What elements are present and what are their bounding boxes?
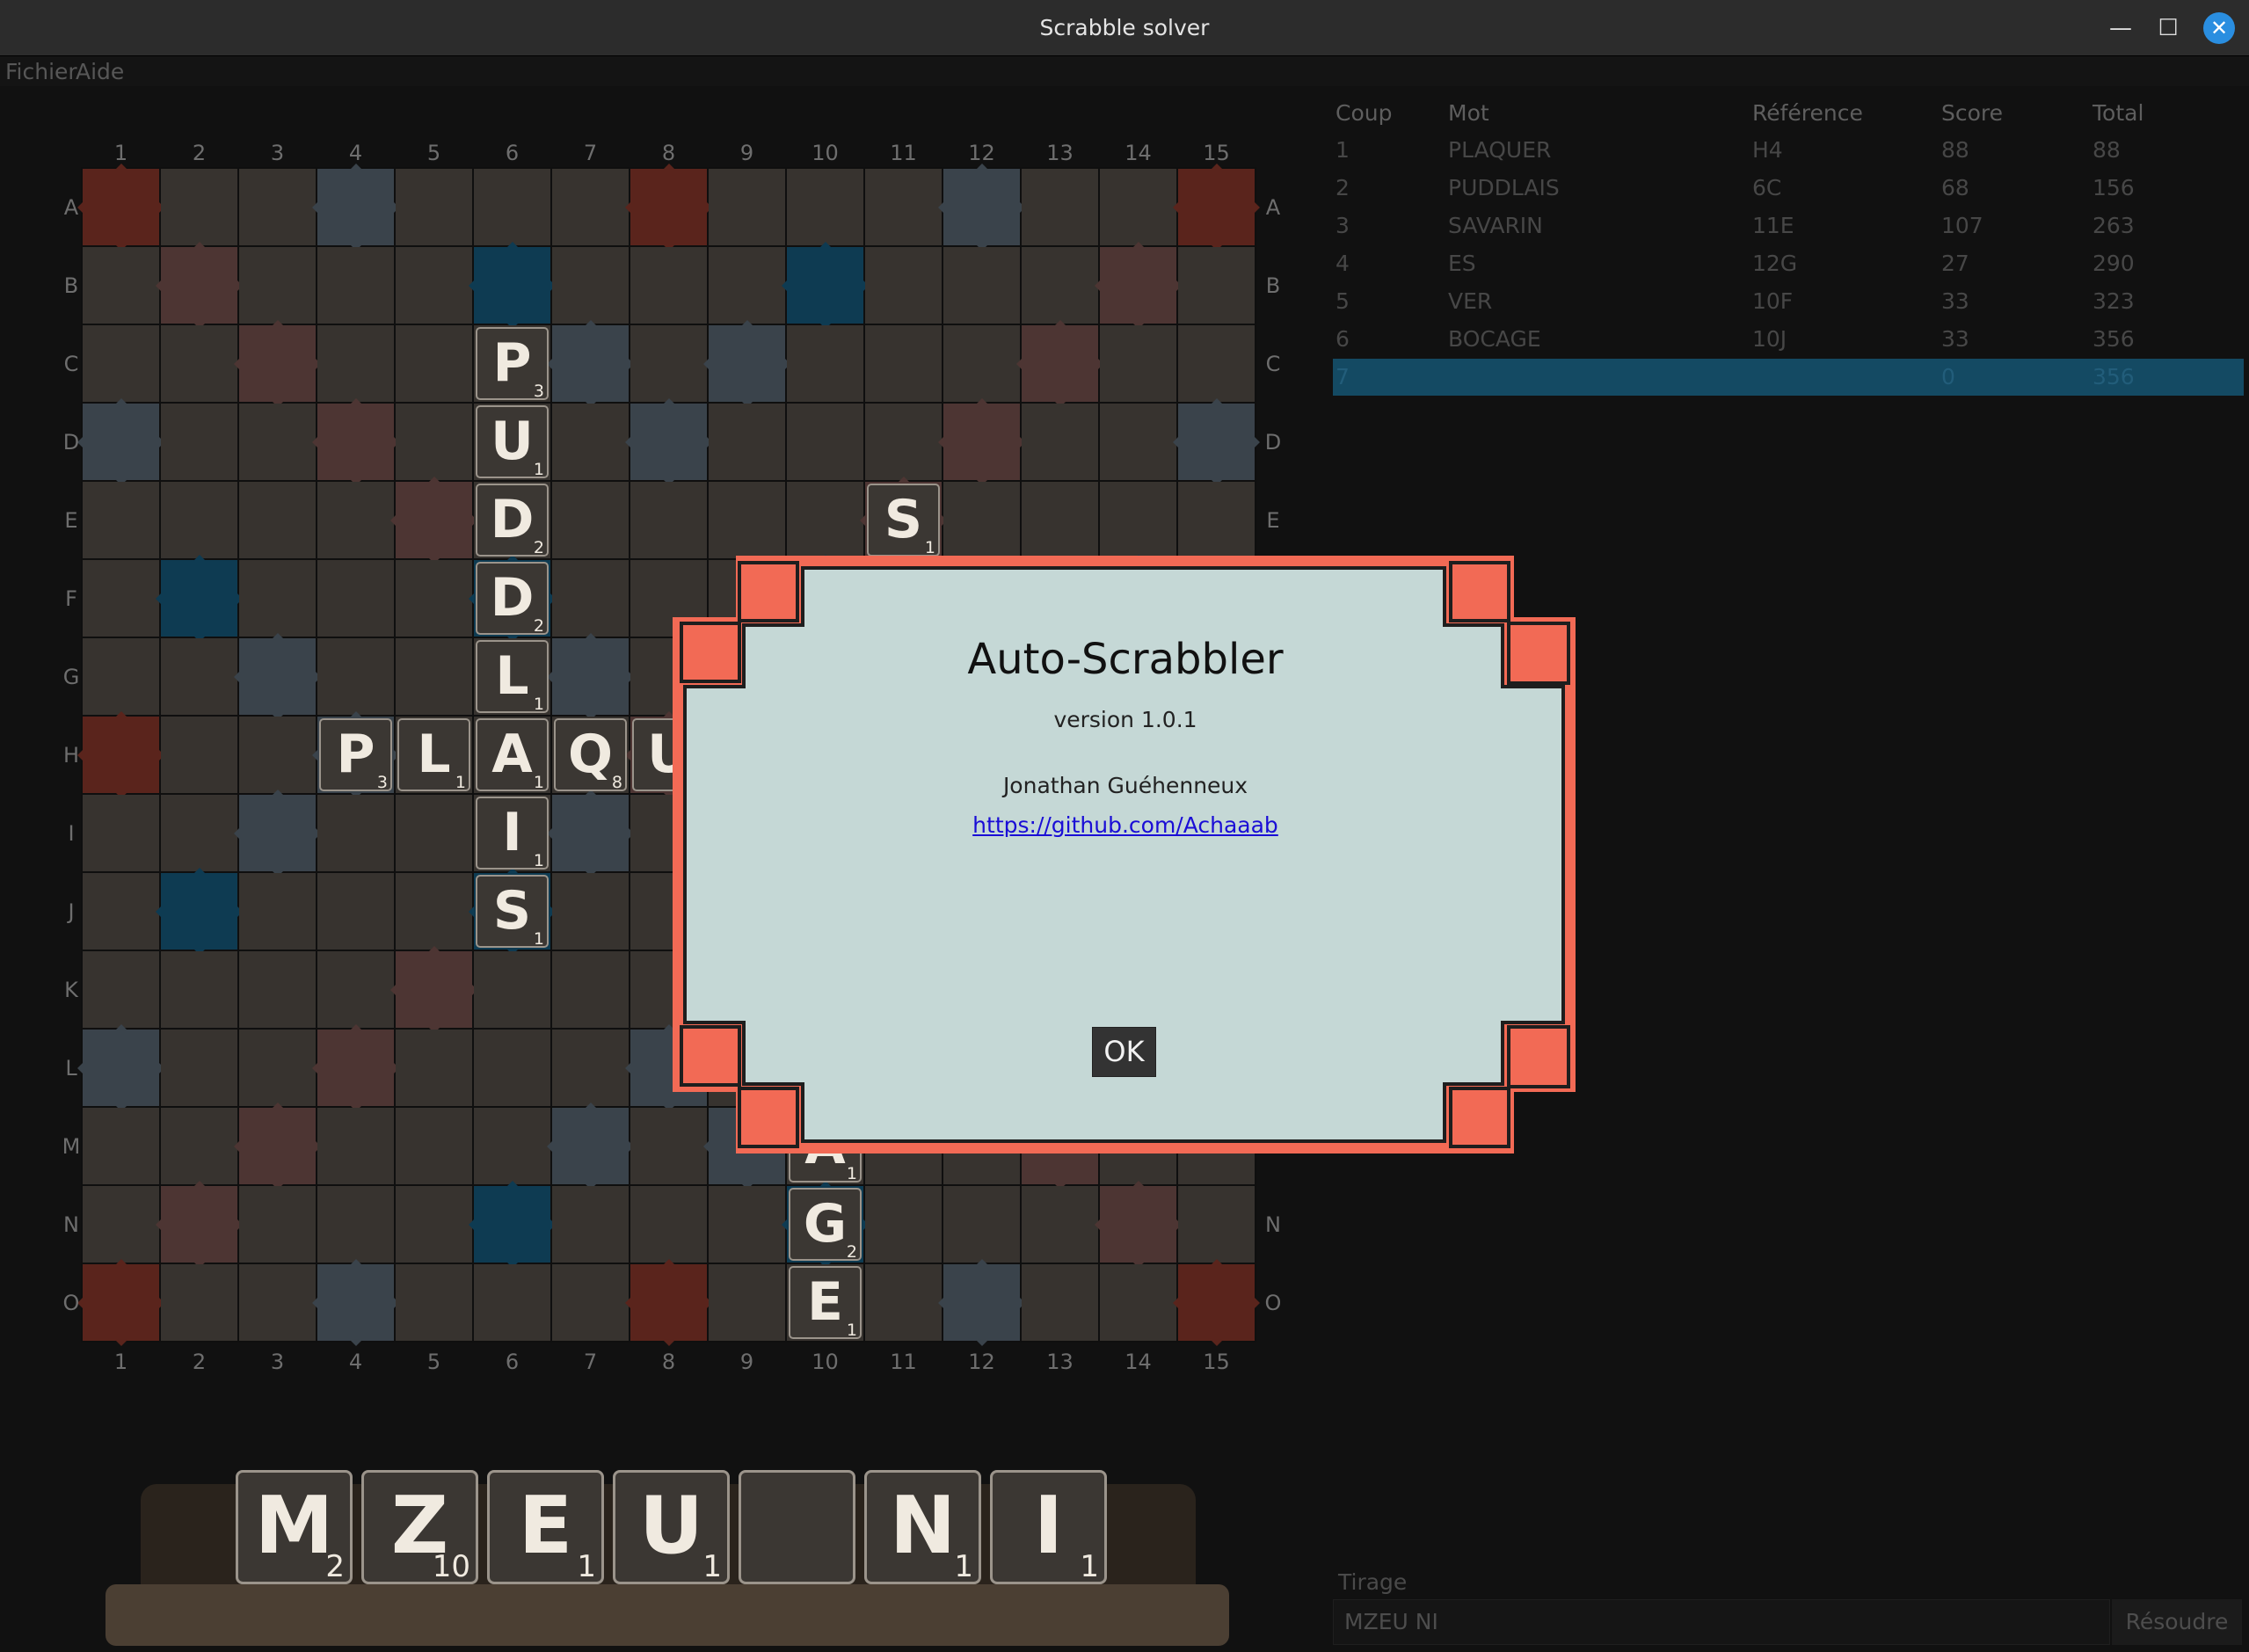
dialog-github-link[interactable]: https://github.com/Achaaab: [673, 812, 1578, 838]
dialog-ok-button[interactable]: OK: [1092, 1027, 1156, 1077]
dialog-author: Jonathan Guéhenneux: [1002, 773, 1248, 798]
dialog-version: version 1.0.1: [1053, 707, 1197, 732]
about-dialog: Auto-Scrabbler version 1.0.1 Jonathan Gu…: [0, 0, 2249, 1652]
dialog-title: Auto-Scrabbler: [967, 635, 1284, 684]
